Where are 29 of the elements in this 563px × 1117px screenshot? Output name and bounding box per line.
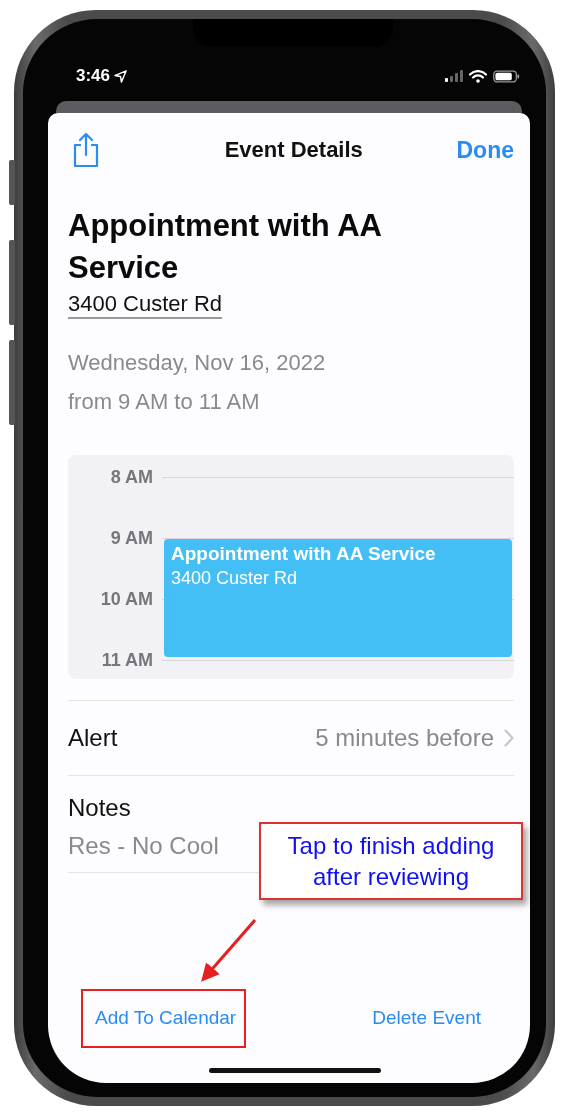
signal-icon: [445, 70, 463, 82]
sheet-title: Event Details: [224, 137, 363, 163]
status-time: 3:46: [76, 66, 111, 86]
event-title: Appointment with AA Service: [68, 207, 382, 287]
hour-label: 10 AM: [99, 588, 153, 610]
hour-label: 9 AM: [109, 527, 153, 549]
address-link[interactable]: 3400 Custer Rd: [68, 291, 223, 316]
done-button[interactable]: Done: [456, 136, 514, 164]
wifi-icon: [469, 69, 487, 83]
callout-note: Tap to finish adding after reviewing: [259, 822, 523, 900]
alert-label: Alert: [68, 724, 118, 752]
event-block-location: 3400 Custer Rd: [171, 568, 299, 589]
alert-value: 5 minutes before: [315, 724, 494, 752]
hour-label: 11 AM: [100, 649, 153, 671]
delete-event-button[interactable]: Delete Event: [358, 989, 491, 1048]
notes-label: Notes: [68, 794, 131, 822]
event-time-range: from 9 AM to 11 AM: [68, 388, 261, 416]
event-block-title: Appointment with AA Service: [171, 543, 437, 565]
chevron-icon: [504, 729, 514, 747]
alert-row[interactable]: Alert 5 minutes before: [68, 701, 514, 776]
event-date: Wednesday, Nov 16, 2022: [68, 349, 327, 377]
location-arrow-icon: [114, 69, 128, 83]
share-icon: [71, 132, 101, 168]
share-button[interactable]: [71, 132, 101, 168]
hour-label: 8 AM: [109, 466, 153, 488]
event-block[interactable]: Appointment with AA Service 3400 Custer Rd: [164, 539, 512, 657]
add-to-calendar-button[interactable]: Add To Calendar: [81, 989, 247, 1048]
battery-icon: [493, 69, 520, 83]
notes-text: Res - No Cool: [68, 832, 219, 860]
